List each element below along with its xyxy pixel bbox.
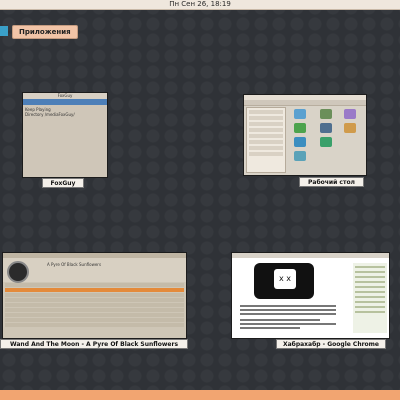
- article-image: x x: [254, 263, 314, 299]
- app-icon: [294, 151, 306, 161]
- app-icon: [294, 137, 306, 147]
- folder-icon: [294, 109, 306, 119]
- window-caption-music-player[interactable]: Wand And The Moon - A Pyre Of Black Sunf…: [0, 339, 188, 349]
- app-icon: [320, 123, 332, 133]
- left-accent-marker: [0, 26, 8, 36]
- track-title: A Pyre Of Black Sunflowers: [47, 262, 102, 267]
- app-icon: [344, 109, 356, 119]
- track-row-selected: [5, 288, 184, 292]
- player-header: A Pyre Of Black Sunflowers: [3, 258, 186, 283]
- track-row: [5, 298, 184, 302]
- track-row: [5, 323, 184, 327]
- window-caption-chrome[interactable]: Хабрахабр - Google Chrome: [276, 339, 386, 349]
- window-content: Keep Playing Directory /mediaFoxGuy/: [23, 105, 107, 119]
- file-sidebar: [246, 107, 286, 173]
- top-panel: Пн Сен 26, 18:19: [0, 0, 400, 10]
- track-list: [3, 283, 186, 327]
- album-art-icon: [7, 261, 29, 283]
- page-sidebar: [353, 263, 387, 333]
- window-caption-foxguy[interactable]: FoxGuy: [42, 178, 84, 188]
- track-row: [5, 313, 184, 317]
- app-icon: [320, 109, 332, 119]
- window-titlebar: [232, 253, 389, 258]
- window-thumbnail-desktop[interactable]: [243, 94, 367, 176]
- window-thumbnail-foxguy[interactable]: FoxGuy Keep Playing Directory /mediaFoxG…: [22, 92, 108, 178]
- window-thumbnail-chrome[interactable]: x x: [231, 252, 390, 339]
- track-row: [5, 293, 184, 297]
- app-icon: [344, 123, 356, 133]
- clock[interactable]: Пн Сен 26, 18:19: [0, 0, 400, 9]
- window-toolbar: [244, 100, 366, 106]
- applications-button[interactable]: Приложения: [12, 25, 78, 39]
- track-row: [5, 283, 184, 287]
- window-thumbnail-music-player[interactable]: A Pyre Of Black Sunflowers: [2, 252, 187, 339]
- window-caption-desktop[interactable]: Рабочий стол: [299, 177, 364, 187]
- track-row: [5, 308, 184, 312]
- content-line: Directory /mediaFoxGuy/: [25, 112, 75, 117]
- face-icon: x x: [274, 269, 296, 289]
- track-row: [5, 303, 184, 307]
- app-icon: [294, 123, 306, 133]
- bottom-panel: [0, 390, 400, 400]
- track-row: [5, 318, 184, 322]
- app-icon: [320, 137, 332, 147]
